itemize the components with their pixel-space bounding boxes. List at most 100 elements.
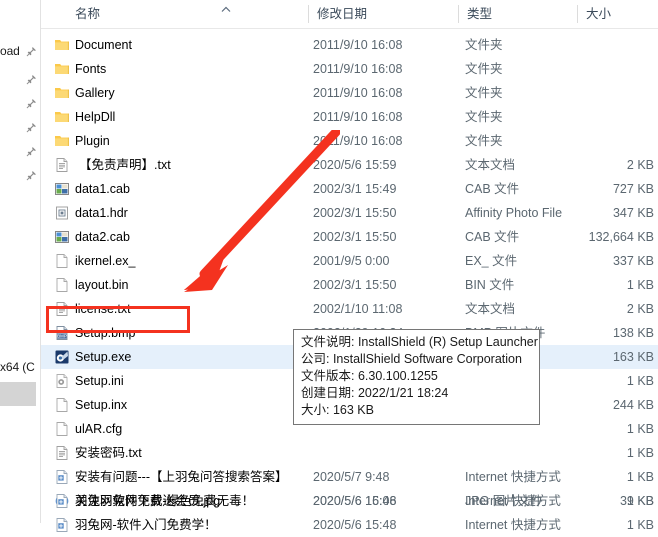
bmp-image-icon: BMP bbox=[54, 325, 70, 341]
file-size bbox=[511, 57, 654, 81]
file-date: 2002/1/10 11:08 bbox=[313, 302, 403, 316]
file-date: 2002/3/1 15:50 bbox=[313, 230, 397, 244]
ini-config-icon bbox=[54, 373, 70, 389]
file-name: 羽兔网软件下载-绿色免费无毒！ bbox=[75, 494, 255, 508]
file-info-tooltip: 文件说明: InstallShield (R) Setup Launcher 公… bbox=[293, 329, 540, 425]
folder-icon bbox=[54, 37, 70, 53]
pin-icon[interactable] bbox=[26, 98, 37, 109]
tooltip-line-description: 文件说明: InstallShield (R) Setup Launcher bbox=[301, 335, 538, 349]
column-header-bar: 名称 修改日期 类型 大小 bbox=[41, 0, 658, 28]
table-row[interactable]: 安装密码.txt 1 KB bbox=[41, 441, 658, 465]
column-header-type[interactable]: 类型 bbox=[467, 0, 492, 28]
file-date: 2002/3/1 15:49 bbox=[313, 182, 397, 196]
file-size bbox=[511, 129, 654, 153]
file-date: 2011/9/10 16:08 bbox=[313, 38, 403, 52]
column-header-size[interactable]: 大小 bbox=[586, 0, 611, 28]
file-name: layout.bin bbox=[75, 278, 129, 292]
internet-shortcut-icon bbox=[54, 493, 70, 509]
tooltip-line-size: 大小: 163 KB bbox=[301, 403, 374, 417]
folder-icon bbox=[54, 61, 70, 77]
table-row[interactable]: layout.bin 2002/3/1 15:50 BIN 文件 1 KB bbox=[41, 273, 658, 297]
table-row[interactable]: Plugin 2011/9/10 16:08 文件夹 bbox=[41, 129, 658, 153]
header-separator[interactable] bbox=[308, 5, 309, 23]
text-file-icon bbox=[54, 157, 70, 173]
header-separator[interactable] bbox=[458, 5, 459, 23]
pin-icon[interactable] bbox=[26, 74, 37, 85]
file-size: 1 KB bbox=[626, 518, 654, 532]
file-date: 2020/5/6 15:48 bbox=[313, 518, 397, 532]
header-separator[interactable] bbox=[577, 5, 578, 23]
table-row[interactable]: ikernel.ex_ 2001/9/5 0:00 EX_ 文件 337 KB bbox=[41, 249, 658, 273]
table-row[interactable]: data1.cab 2002/3/1 15:49 CAB 文件 727 KB bbox=[41, 177, 658, 201]
file-size bbox=[511, 105, 654, 129]
table-row[interactable]: HelpDll 2011/9/10 16:08 文件夹 bbox=[41, 105, 658, 129]
cab-file-icon bbox=[54, 181, 70, 197]
file-size bbox=[511, 33, 654, 57]
file-type: 文件夹 bbox=[465, 86, 503, 100]
folder-icon bbox=[54, 85, 70, 101]
file-name: Fonts bbox=[75, 62, 107, 76]
file-type: 文件夹 bbox=[465, 134, 503, 148]
pin-icon[interactable] bbox=[26, 46, 37, 57]
table-row[interactable]: 羽兔网-软件入门免费学！ 2020/5/6 15:48 Internet 快捷方… bbox=[41, 513, 658, 537]
nav-selected-block[interactable] bbox=[0, 382, 36, 406]
tooltip-line-company: 公司: InstallShield Software Corporation bbox=[301, 352, 522, 366]
file-size: 337 KB bbox=[612, 254, 654, 268]
table-row[interactable]: 羽兔网软件下载-绿色免费无毒！ 2020/5/6 15:46 Internet … bbox=[41, 489, 658, 513]
file-size: 2 KB bbox=[626, 302, 654, 316]
blank-file-icon bbox=[54, 421, 70, 437]
file-name: Plugin bbox=[75, 134, 110, 148]
file-type: 文件夹 bbox=[465, 110, 503, 124]
table-row[interactable]: Fonts 2011/9/10 16:08 文件夹 bbox=[41, 57, 658, 81]
nav-item-truncated-label-top[interactable]: oad bbox=[0, 44, 20, 58]
folder-icon bbox=[54, 133, 70, 149]
file-name: 安装密码.txt bbox=[75, 446, 142, 460]
file-size: 1 KB bbox=[626, 278, 654, 292]
file-type: 文本文档 bbox=[465, 158, 516, 172]
file-size bbox=[511, 81, 654, 105]
cab-file-icon bbox=[54, 229, 70, 245]
file-name: Setup.ini bbox=[75, 374, 124, 388]
file-name: Setup.inx bbox=[75, 398, 128, 412]
column-header-name[interactable]: 名称 bbox=[75, 0, 100, 28]
file-list: Document 2011/9/10 16:08 文件夹 Fonts 2011/… bbox=[41, 29, 658, 532]
blank-file-icon bbox=[54, 277, 70, 293]
file-date: 2011/9/10 16:08 bbox=[313, 86, 403, 100]
file-name: Document bbox=[75, 38, 132, 52]
text-file-icon bbox=[54, 301, 70, 317]
file-date: 2002/3/1 15:50 bbox=[313, 206, 397, 220]
table-row[interactable]: license.txt 2002/1/10 11:08 文本文档 2 KB bbox=[41, 297, 658, 321]
table-row[interactable]: data2.cab 2002/3/1 15:50 CAB 文件 132,664 … bbox=[41, 225, 658, 249]
internet-shortcut-icon bbox=[54, 517, 70, 533]
file-name: ulAR.cfg bbox=[75, 422, 123, 436]
file-name: data2.cab bbox=[75, 230, 130, 244]
file-date: 2020/5/6 15:46 bbox=[313, 494, 397, 508]
file-name: 安装有问题---【上羽兔问答搜索答案】 bbox=[75, 470, 288, 484]
file-size: 1 KB bbox=[626, 470, 654, 484]
file-name: Setup.bmp bbox=[75, 326, 136, 340]
table-row[interactable]: Document 2011/9/10 16:08 文件夹 bbox=[41, 33, 658, 57]
file-type: 文件夹 bbox=[465, 62, 503, 76]
column-header-date-modified[interactable]: 修改日期 bbox=[317, 0, 367, 28]
file-type: 文本文档 bbox=[465, 302, 516, 316]
file-size: 727 KB bbox=[612, 182, 654, 196]
file-size: 1 KB bbox=[626, 446, 654, 460]
file-size: 347 KB bbox=[612, 206, 654, 220]
chevron-up-icon bbox=[221, 2, 231, 12]
pin-icon[interactable] bbox=[26, 146, 37, 157]
file-date: 2001/9/5 0:00 bbox=[313, 254, 390, 268]
file-size: 1 KB bbox=[626, 494, 654, 508]
generic-data-icon bbox=[54, 205, 70, 221]
pin-icon[interactable] bbox=[26, 122, 37, 133]
folder-icon bbox=[54, 109, 70, 125]
table-row[interactable]: Gallery 2011/9/10 16:08 文件夹 bbox=[41, 81, 658, 105]
nav-item-truncated-label-bottom[interactable]: x64 (C bbox=[0, 360, 35, 374]
table-row[interactable]: 安装有问题---【上羽兔问答搜索答案】 2020/5/7 9:48 Intern… bbox=[41, 465, 658, 489]
internet-shortcut-icon bbox=[54, 469, 70, 485]
file-name: Gallery bbox=[75, 86, 115, 100]
table-row[interactable]: data1.hdr 2002/3/1 15:50 Affinity Photo … bbox=[41, 201, 658, 225]
table-row[interactable]: 【免责声明】.txt 2020/5/6 15:59 文本文档 2 KB bbox=[41, 153, 658, 177]
file-size: 2 KB bbox=[626, 158, 654, 172]
pin-icon[interactable] bbox=[26, 170, 37, 181]
tooltip-line-version: 文件版本: 6.30.100.1255 bbox=[301, 369, 438, 383]
